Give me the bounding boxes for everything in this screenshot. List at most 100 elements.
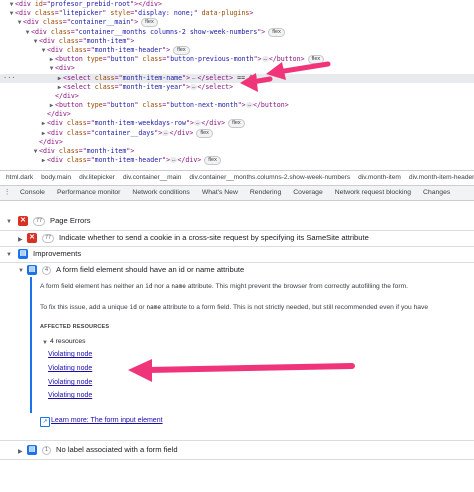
dom-node-line[interactable]: </div> — [0, 138, 474, 147]
ellipsis-icon[interactable]: … — [261, 56, 269, 63]
chevron-down-icon[interactable]: ▼ — [6, 252, 12, 258]
dom-token: <div — [31, 27, 51, 36]
dom-token: == $0 — [233, 73, 257, 82]
form-field-issue-title[interactable]: A form field element should have an id o… — [56, 265, 244, 274]
dom-node-line[interactable]: ▼ <div class="container__months columns-2… — [0, 27, 474, 37]
drawer-menu-icon[interactable]: ⋮ — [0, 186, 14, 200]
expand-toggle-icon[interactable]: ▼ — [8, 0, 15, 9]
expand-toggle-icon[interactable]: ▼ — [8, 9, 15, 18]
breadcrumb-item[interactable]: html.dark — [6, 174, 33, 181]
breadcrumb-item[interactable]: div.container__main — [123, 174, 182, 181]
dom-token: month-item-header — [94, 156, 163, 165]
dom-node-line[interactable]: ▼ <div class="month-item"> — [0, 37, 474, 46]
drawer-tab[interactable]: Console — [14, 186, 51, 200]
collapse-toggle-icon[interactable]: ▶ — [40, 156, 47, 165]
violating-node-link[interactable]: Violating node — [48, 351, 92, 358]
dom-token: profesor_prebid-root — [50, 0, 131, 8]
dom-node-line[interactable]: ▼ <div> — [0, 64, 474, 73]
dom-token: <div — [47, 128, 67, 137]
dom-node-line[interactable]: ▶ <div class="month-item-header">… </div> f… — [0, 156, 474, 166]
divider — [0, 246, 474, 247]
dom-node-line[interactable]: ▼ <div class="container__main"> flex — [0, 18, 474, 28]
breadcrumb: html.dark body.main div.litepicker div.cont… — [0, 170, 474, 186]
dom-token: button-next-month — [170, 101, 238, 110]
flex-badge[interactable]: flex — [268, 27, 285, 37]
dom-token: <div — [15, 0, 35, 8]
dom-token: "> — [130, 18, 139, 27]
dom-node-line[interactable]: ▼ <div class="month-item-header"> flex — [0, 45, 474, 55]
collapse-toggle-icon[interactable]: ▶ — [56, 83, 63, 92]
divider — [0, 440, 474, 441]
drawer-tab[interactable]: Changes — [417, 186, 456, 200]
breadcrumb-item[interactable]: div.month-item — [358, 174, 401, 181]
resources-toggle[interactable]: 4 resources — [50, 338, 86, 345]
dom-token: "> — [237, 101, 246, 110]
drawer-tab[interactable]: Coverage — [287, 186, 328, 200]
dom-token: month-item — [86, 147, 127, 155]
dom-node-line[interactable]: ··· ▶ <select class="month-item-name">… </s… — [0, 73, 474, 83]
dom-node-line[interactable]: ▶ <div class="container__days">… </div> fle… — [0, 128, 474, 138]
dom-node-line[interactable]: ▶ <select class="month-item-year">… </sele… — [0, 83, 474, 92]
breadcrumb-item[interactable]: div.container__months.columns-2.show-wee… — [189, 174, 350, 181]
elements-dom-tree[interactable]: ▼ <div id="profesor_prebid-root"></div> ▼ <… — [0, 0, 474, 170]
dom-token: month-item-header — [94, 45, 163, 54]
expand-toggle-icon[interactable]: ▼ — [40, 46, 47, 55]
flex-badge[interactable]: flex — [204, 156, 221, 166]
expand-toggle-icon[interactable]: ▼ — [24, 28, 31, 37]
expand-toggle-icon[interactable]: ▼ — [32, 147, 39, 156]
dom-token: display: none; — [138, 9, 194, 18]
expand-toggle-icon[interactable]: ▼ — [32, 37, 39, 46]
drawer-tab[interactable]: Network conditions — [126, 186, 195, 200]
drawer-tab[interactable]: What's New — [196, 186, 244, 200]
chevron-down-icon[interactable]: ▼ — [6, 219, 12, 225]
flex-badge[interactable]: flex — [228, 119, 245, 129]
breadcrumb-item[interactable]: div.litepicker — [79, 174, 115, 181]
chevron-down-icon[interactable]: ▼ — [18, 268, 24, 274]
expand-toggle-icon[interactable]: ▼ — [48, 64, 55, 73]
more-icon[interactable]: ··· — [3, 74, 16, 83]
dom-token: class — [142, 55, 163, 64]
dom-node-line[interactable]: </div> — [0, 110, 474, 119]
expand-toggle-icon[interactable]: ▼ — [16, 18, 23, 27]
breadcrumb-item[interactable]: body.main — [41, 174, 71, 181]
violating-node-link[interactable]: Violating node — [48, 365, 92, 372]
drawer-tab[interactable]: Rendering — [244, 186, 287, 200]
violating-node-link[interactable]: Violating node — [48, 392, 92, 399]
collapse-toggle-icon[interactable]: ▶ — [48, 101, 55, 110]
dom-token: button — [110, 101, 135, 110]
learn-more-link[interactable]: Learn more: The form input element — [51, 417, 163, 424]
breadcrumb-item[interactable]: div.month-item-header — [409, 174, 474, 181]
dom-node-line[interactable]: ▼ <div class="month-item"> — [0, 147, 474, 156]
improvements-heading[interactable]: Improvements — [33, 249, 81, 258]
chevron-down-icon[interactable]: ▼ — [42, 340, 48, 346]
dom-node-line[interactable]: ▶ <button type="button" class="button-nex… — [0, 101, 474, 110]
dom-token: "> — [126, 147, 135, 155]
dom-token: class — [66, 119, 87, 128]
flex-badge[interactable]: flex — [173, 45, 190, 55]
ellipsis-icon[interactable]: … — [245, 102, 253, 109]
dom-token: type — [86, 55, 103, 64]
dom-token: </select> — [197, 82, 234, 91]
collapse-toggle-icon[interactable]: ▶ — [56, 74, 63, 83]
dom-node-line[interactable]: ▼ <div class="litepicker" style="display:… — [0, 9, 474, 18]
violating-node-link[interactable]: Violating node — [48, 379, 92, 386]
chevron-right-icon[interactable]: ▶ — [18, 448, 23, 455]
drawer-tab[interactable]: Network request blocking — [329, 186, 417, 200]
collapse-toggle-icon[interactable]: ▶ — [40, 119, 47, 128]
dom-token: "> — [162, 45, 171, 54]
dom-node-line[interactable]: ▶ <button type="button" class="button-pre… — [0, 55, 474, 65]
flex-badge[interactable]: flex — [307, 55, 325, 65]
dom-node-line[interactable]: </div> — [0, 92, 474, 101]
collapse-toggle-icon[interactable]: ▶ — [48, 55, 55, 64]
flex-badge[interactable]: flex — [196, 128, 213, 138]
cookie-samesite-issue[interactable]: Indicate whether to send a cookie in a c… — [59, 233, 369, 242]
chevron-right-icon[interactable]: ▶ — [18, 236, 23, 243]
page-errors-heading[interactable]: Page Errors — [50, 216, 91, 225]
dom-node-line[interactable]: ▼ <div id="profesor_prebid-root"></div> — [0, 0, 474, 9]
dom-node-line[interactable]: ▶ <div class="month-item-weekdays-row">… <… — [0, 119, 474, 129]
drawer-tab[interactable]: Performance monitor — [51, 186, 126, 200]
flex-badge[interactable]: flex — [141, 18, 158, 28]
no-label-issue-title[interactable]: No label associated with a form field — [56, 445, 178, 454]
collapse-toggle-icon[interactable]: ▶ — [40, 129, 47, 138]
dom-token: class — [58, 36, 79, 45]
